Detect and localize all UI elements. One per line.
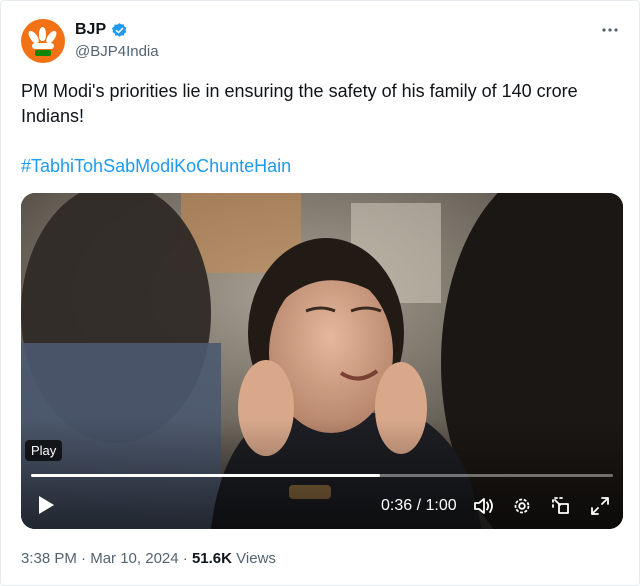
- views-count: 51.6K: [191, 550, 232, 567]
- progress-bar[interactable]: [31, 474, 613, 477]
- fullscreen-icon[interactable]: [590, 496, 610, 521]
- author-name[interactable]: BJP: [75, 21, 106, 39]
- author-name-row: BJP: [75, 21, 128, 39]
- video-time-display: 0:36 / 1:00: [381, 497, 457, 514]
- views-label: Views: [236, 550, 276, 567]
- lotus-base-icon: [32, 43, 54, 49]
- more-options-icon[interactable]: [601, 21, 619, 44]
- meta-separator: ·: [182, 550, 188, 567]
- tweet-meta: 3:38 PM · Mar 10, 2024 · 51.6K Views: [21, 550, 276, 567]
- logo-green-band: [35, 50, 51, 56]
- avatar[interactable]: [21, 19, 65, 63]
- meta-separator: ·: [81, 550, 87, 567]
- progress-fill: [31, 474, 381, 477]
- tweet-date[interactable]: Mar 10, 2024: [90, 550, 178, 567]
- settings-icon[interactable]: [512, 496, 532, 521]
- volume-icon[interactable]: [473, 496, 495, 521]
- tweet-text: PM Modi's priorities lie in ensuring the…: [21, 81, 578, 126]
- hashtag-link[interactable]: #TabhiTohSabModiKoChunteHain: [21, 156, 291, 177]
- picture-in-picture-icon[interactable]: [551, 496, 571, 521]
- tweet-time[interactable]: 3:38 PM: [21, 550, 77, 567]
- author-handle[interactable]: @BJP4India: [75, 43, 159, 60]
- play-tooltip: Play: [25, 440, 63, 461]
- play-icon[interactable]: [37, 495, 55, 520]
- video-player[interactable]: [21, 193, 623, 529]
- verified-badge-icon: [112, 22, 127, 37]
- tweet-card: BJP @BJP4India PM Modi's priorities lie …: [0, 0, 640, 586]
